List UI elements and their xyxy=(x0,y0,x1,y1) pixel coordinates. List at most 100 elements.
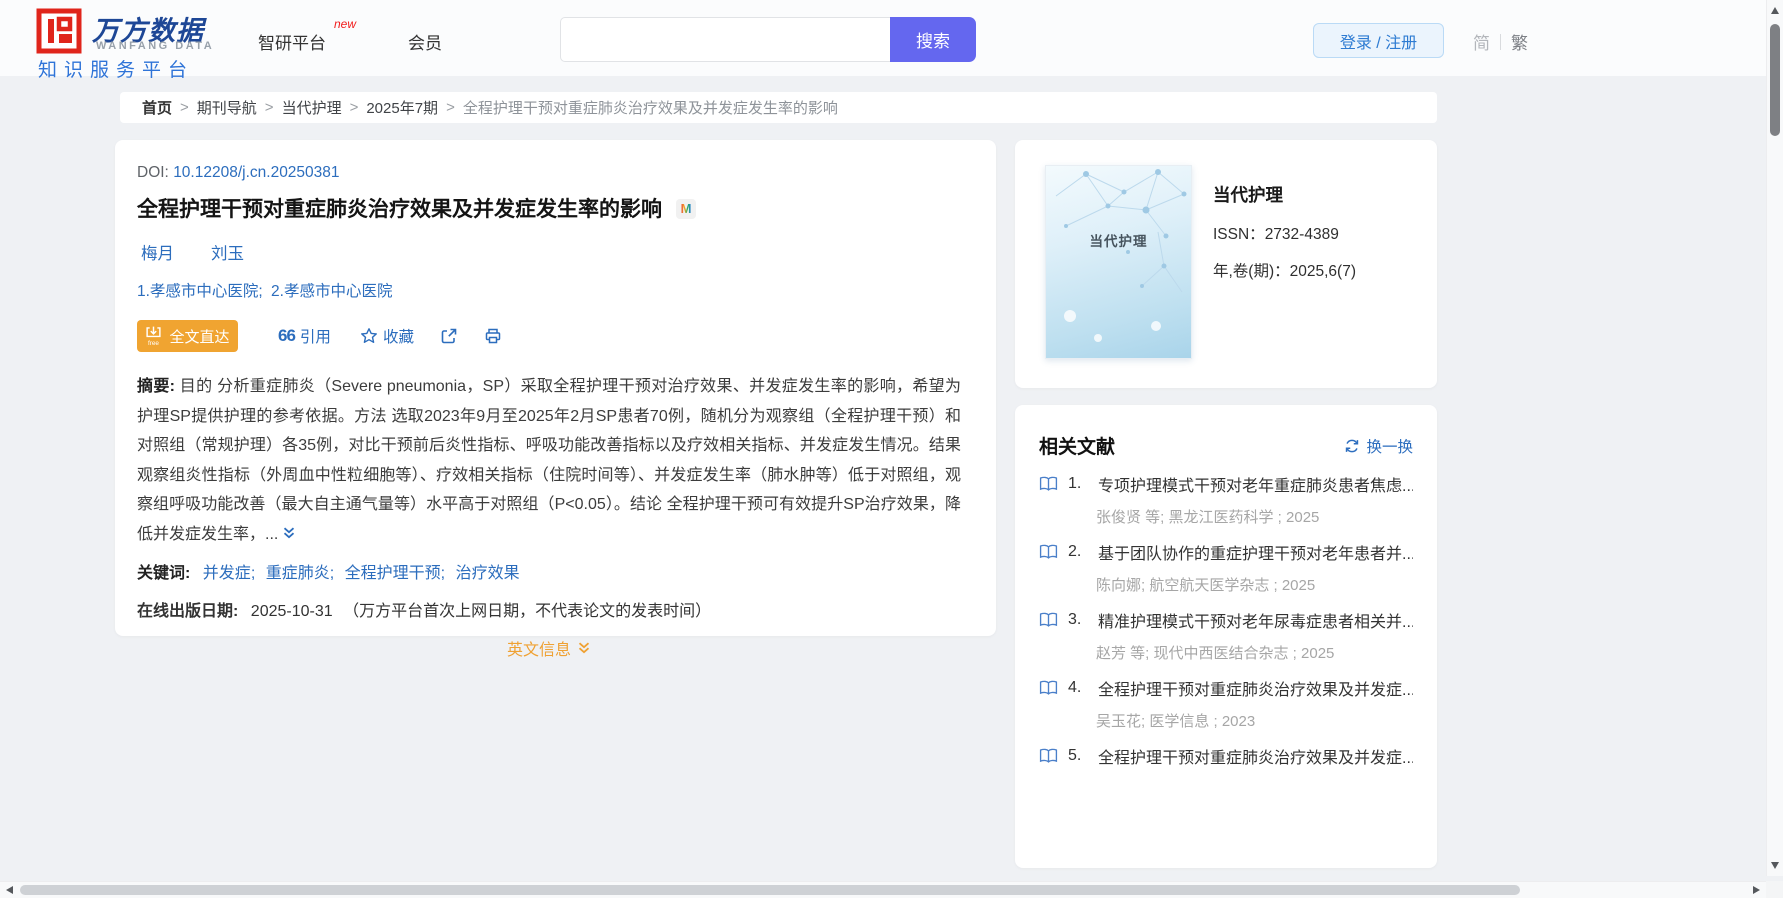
nav-item-zhiyan[interactable]: 智研平台 new xyxy=(258,17,356,54)
search-box: 搜索 xyxy=(560,17,976,62)
fulltext-button[interactable]: free 全文直达 xyxy=(137,320,238,352)
journal-name-link[interactable]: 当代护理 xyxy=(1213,182,1283,207)
breadcrumb-separator: > xyxy=(446,99,455,116)
english-info-toggle[interactable]: 英文信息 xyxy=(507,636,591,660)
article-actions: free 全文直达 66 引用 收藏 xyxy=(137,320,974,352)
breadcrumb-current: 全程护理干预对重症肺炎治疗效果及并发症发生率的影响 xyxy=(462,100,838,117)
related-item-link[interactable]: 1. 专项护理模式干预对老年重症肺炎患者焦虑... xyxy=(1039,472,1413,496)
top-header: 万方数据 WANFANG DATA 知识服务平台 智研平台 new 会员 搜索 … xyxy=(0,0,1783,81)
breadcrumb-home[interactable]: 首页 xyxy=(142,97,172,118)
svg-text:free: free xyxy=(149,340,160,347)
related-item-title: 专项护理模式干预对老年重症肺炎患者焦虑... xyxy=(1098,478,1413,495)
chevron-double-down-icon xyxy=(284,527,295,538)
cite-button[interactable]: 66 引用 xyxy=(278,325,331,347)
lang-divider xyxy=(1500,33,1501,50)
author-link[interactable]: 刘玉 xyxy=(211,240,244,264)
affiliations-row: 1.孝感市中心医院; 2.孝感市中心医院 xyxy=(137,279,974,301)
scroll-right-arrow[interactable] xyxy=(1753,886,1760,894)
related-item-link[interactable]: 3. 精准护理模式干预对老年尿毒症患者相关并... xyxy=(1039,608,1413,632)
abstract-text: 目的 分析重症肺炎（Severe pneumonia，SP）采取全程护理干预对治… xyxy=(137,378,961,543)
chevron-double-down-icon xyxy=(578,642,590,654)
related-item: 5. 全程护理干预对重症肺炎治疗效果及并发症... xyxy=(1039,744,1413,768)
book-icon xyxy=(1039,748,1058,764)
lang-simplified[interactable]: 简 xyxy=(1473,29,1490,54)
new-badge: new xyxy=(333,17,356,31)
nav-item-member[interactable]: 会员 xyxy=(408,29,442,54)
related-item-number: 1. xyxy=(1068,475,1082,492)
publish-date-note: （万方平台首次上网日期，不代表论文的发表时间） xyxy=(343,603,712,620)
fulltext-download-icon: free xyxy=(146,326,162,347)
related-header: 相关文献 换一换 xyxy=(1039,432,1413,459)
breadcrumb-issue[interactable]: 2025年7期 xyxy=(366,97,438,118)
keyword-link[interactable]: 重症肺炎 xyxy=(266,565,330,582)
login-register-button[interactable]: 登录 / 注册 xyxy=(1313,23,1444,58)
star-icon xyxy=(360,328,377,343)
brand-name-en: WANFANG DATA xyxy=(96,40,215,52)
brand-tagline: 知识服务平台 xyxy=(38,60,195,81)
related-item-link[interactable]: 5. 全程护理干预对重症肺炎治疗效果及并发症... xyxy=(1039,744,1413,768)
print-button[interactable] xyxy=(484,327,502,345)
related-item-title: 基于团队协作的重症护理干预对老年患者并... xyxy=(1098,546,1413,563)
related-item-meta: 吴玉花; 医学信息 ; 2023 xyxy=(1096,713,1256,730)
breadcrumb: 首页 > 期刊导航 > 当代护理 > 2025年7期 > 全程护理干预对重症肺炎… xyxy=(120,92,1437,123)
vertical-scrollbar-thumb[interactable] xyxy=(1770,24,1780,136)
vertical-scrollbar xyxy=(1766,0,1783,876)
related-item: 4. 全程护理干预对重症肺炎治疗效果及并发症... 吴玉花; 医学信息 ; 20… xyxy=(1039,676,1413,731)
scrollbar-corner xyxy=(1766,881,1783,898)
horizontal-scrollbar-thumb[interactable] xyxy=(20,885,1520,895)
keywords-row: 关键词: 并发症; 重症肺炎; 全程护理干预; 治疗效果 xyxy=(137,565,520,582)
related-item: 1. 专项护理模式干预对老年重症肺炎患者焦虑... 张俊贤 等; 黑龙江医药科学… xyxy=(1039,472,1413,527)
abstract: 摘要: 目的 分析重症肺炎（Severe pneumonia，SP）采取全程护理… xyxy=(137,372,961,550)
related-item-number: 5. xyxy=(1068,747,1082,764)
favorite-button[interactable]: 收藏 xyxy=(360,325,414,347)
medline-badge[interactable]: M xyxy=(676,199,696,219)
publish-date-value: 2025-10-31 xyxy=(250,603,333,620)
book-icon xyxy=(1039,476,1058,492)
doi-row: DOI: 10.12208/j.cn.20250381 xyxy=(137,164,974,182)
author-link[interactable]: 梅月 xyxy=(141,240,174,264)
related-item-link[interactable]: 2. 基于团队协作的重症护理干预对老年患者并... xyxy=(1039,540,1413,564)
scroll-down-arrow[interactable] xyxy=(1771,862,1779,869)
journal-issn: ISSN：2732-4389 xyxy=(1213,226,1339,243)
keyword-link[interactable]: 全程护理干预 xyxy=(345,565,441,582)
horizontal-scrollbar xyxy=(0,881,1766,898)
related-item-title: 精准护理模式干预对老年尿毒症患者相关并... xyxy=(1098,614,1413,631)
abstract-label: 摘要: xyxy=(137,378,175,395)
share-button[interactable] xyxy=(440,327,458,345)
affiliation-link[interactable]: 2.孝感市中心医院 xyxy=(271,283,392,300)
related-item-number: 3. xyxy=(1068,611,1082,628)
scroll-up-arrow[interactable] xyxy=(1771,7,1779,14)
abstract-expand-button[interactable] xyxy=(282,527,296,544)
search-button[interactable]: 搜索 xyxy=(890,17,976,62)
search-input[interactable] xyxy=(560,17,890,62)
related-item: 3. 精准护理模式干预对老年尿毒症患者相关并... 赵芳 等; 现代中西医结合杂… xyxy=(1039,608,1413,663)
breadcrumb-separator: > xyxy=(349,99,359,116)
english-info-row: 英文信息 xyxy=(137,636,961,660)
related-title: 相关文献 xyxy=(1039,437,1116,458)
language-switch: 简 繁 xyxy=(1473,29,1528,54)
doi-link[interactable]: 10.12208/j.cn.20250381 xyxy=(173,164,339,181)
refresh-button[interactable]: 换一换 xyxy=(1344,435,1413,457)
wanfang-logo[interactable]: 万方数据 WANFANG DATA 知识服务平台 xyxy=(36,6,266,81)
doi-label: DOI: xyxy=(137,164,169,181)
breadcrumb-journal[interactable]: 当代护理 xyxy=(282,97,342,118)
related-item-number: 2. xyxy=(1068,543,1082,560)
breadcrumb-journal-nav[interactable]: 期刊导航 xyxy=(197,97,257,118)
keyword-link[interactable]: 并发症 xyxy=(203,565,251,582)
related-item-meta: 张俊贤 等; 黑龙江医药科学 ; 2025 xyxy=(1096,509,1320,526)
keyword-link[interactable]: 治疗效果 xyxy=(456,565,520,582)
breadcrumb-separator: > xyxy=(180,99,189,116)
journal-cover[interactable]: 当代护理 xyxy=(1045,165,1192,359)
scroll-left-arrow[interactable] xyxy=(6,886,13,894)
share-icon xyxy=(441,328,457,344)
lang-traditional[interactable]: 繁 xyxy=(1511,29,1528,54)
affiliation-link[interactable]: 1.孝感市中心医院; xyxy=(137,283,263,300)
book-icon xyxy=(1039,544,1058,560)
quote-icon: 66 xyxy=(278,326,296,345)
related-item-title: 全程护理干预对重症肺炎治疗效果及并发症... xyxy=(1098,750,1413,767)
related-item-number: 4. xyxy=(1068,679,1082,696)
book-icon xyxy=(1039,680,1058,696)
publish-date-row: 在线出版日期: 2025-10-31 （万方平台首次上网日期，不代表论文的发表时… xyxy=(137,597,974,621)
related-item-link[interactable]: 4. 全程护理干预对重症肺炎治疗效果及并发症... xyxy=(1039,676,1413,700)
related-literature-card: 相关文献 换一换 1. 专项护理模式干预对老年重症肺炎患者焦虑... 张俊贤 等… xyxy=(1015,405,1437,868)
